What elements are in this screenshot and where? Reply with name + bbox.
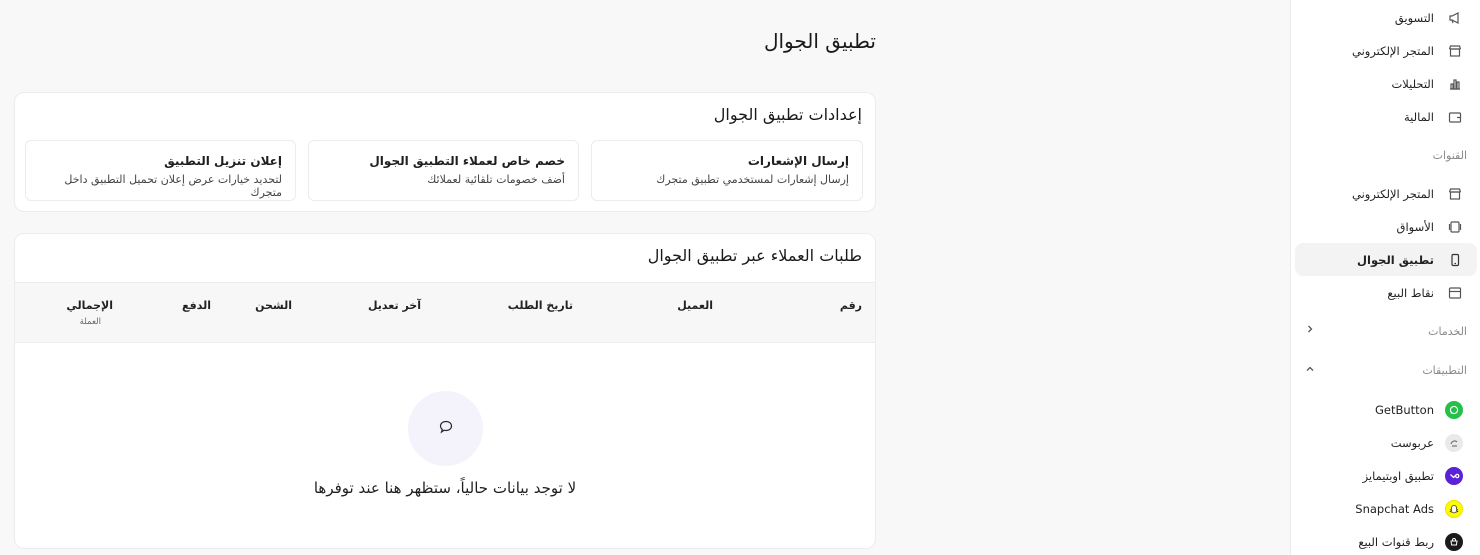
settings-card: إعدادات تطبيق الجوال إرسال الإشعارات إرس… [14,92,876,212]
sidebar-item-label: التحليلات [1391,76,1434,91]
sidebar-app-arabpost[interactable]: عربوست [1295,426,1477,459]
column-header-payment[interactable]: الدفع [182,299,211,312]
sidebar-item-mobile-app[interactable]: تطبيق الجوال [1295,243,1477,276]
sidebar-item-online-store[interactable]: المتجر الإلكتروني [1295,34,1477,67]
column-header-order-date[interactable]: تاريخ الطلب [508,299,573,312]
option-title: إرسال الإشعارات [747,154,849,168]
sidebar-item-label: تطبيق اوبتيمايز [1362,468,1434,483]
chevron-up-icon[interactable] [1305,364,1315,377]
store-icon [1447,43,1463,59]
chat-bubble-icon [438,419,454,439]
chevron-right-icon[interactable] [1305,324,1315,337]
channels-section-label: القنوات [1432,149,1467,162]
orders-card-title: طلبات العملاء عبر تطبيق الجوال [647,246,862,265]
sidebar-item-label: المتجر الإلكتروني [1351,43,1434,58]
sidebar-app-sales-channels[interactable]: ربط قنوات البيع [1295,525,1477,555]
empty-state-illustration [408,391,483,466]
whatsapp-icon [1445,400,1463,419]
sidebar-app-snapchat-ads[interactable]: Snapchat Ads [1295,492,1477,525]
sidebar-item-analytics[interactable]: التحليلات [1295,67,1477,100]
option-description: أضف خصومات تلقائية لعملائك [427,173,565,186]
column-header-shipping[interactable]: الشحن [255,299,292,312]
marketplace-icon [1447,219,1463,235]
sidebar-item-label: تطبيق الجوال [1357,252,1434,267]
special-discount-option[interactable]: خصم خاص لعملاء التطبيق الجوال أضف خصومات… [308,140,579,201]
sidebar-item-label: الأسواق [1396,219,1434,234]
mobile-icon [1447,252,1463,268]
sidebar-item-label: المالية [1404,109,1434,124]
sidebar-item-pos[interactable]: نقاط البيع [1295,276,1477,309]
sidebar-app-optimize[interactable]: تطبيق اوبتيمايز [1295,459,1477,492]
orders-card: طلبات العملاء عبر تطبيق الجوال رقم العمي… [14,233,876,549]
snapchat-icon [1445,499,1463,518]
orders-table-header: رقم العميل تاريخ الطلب آخر تعديل الشحن ا… [15,282,875,343]
sales-channels-icon [1445,532,1463,551]
sidebar-item-label: ربط قنوات البيع [1358,534,1434,549]
sidebar-app-getbutton[interactable]: GetButton [1295,393,1477,426]
services-section-label[interactable]: الخدمات [1428,325,1467,338]
column-header-last-modified[interactable]: آخر تعديل [368,299,421,312]
optimize-icon [1445,466,1463,485]
arabpost-icon [1445,433,1463,452]
wallet-icon [1447,109,1463,125]
megaphone-icon [1447,10,1463,26]
sidebar: التسويق المتجر الإلكتروني التحليلات الما… [1290,0,1480,555]
sidebar-item-channel-store[interactable]: المتجر الإلكتروني [1295,177,1477,210]
column-subheader-currency: العملة [79,317,101,327]
option-title: إعلان تنزيل التطبيق [164,154,282,168]
settings-card-title: إعدادات تطبيق الجوال [713,105,862,124]
sidebar-item-marketplaces[interactable]: الأسواق [1295,210,1477,243]
sidebar-item-label: التسويق [1394,10,1434,25]
empty-state-message: لا توجد بيانات حالياً، ستظهر هنا عند توف… [313,479,577,497]
option-description: إرسال إشعارات لمستخدمي تطبيق متجرك [656,173,849,186]
page-title: تطبيق الجوال [763,29,876,53]
sidebar-item-finance[interactable]: المالية [1295,100,1477,133]
option-description: لتحديد خيارات عرض إعلان تحميل التطبيق دا… [64,173,282,199]
sidebar-item-marketing[interactable]: التسويق [1295,1,1477,34]
option-title: خصم خاص لعملاء التطبيق الجوال [369,154,565,168]
app-download-ad-option[interactable]: إعلان تنزيل التطبيق لتحديد خيارات عرض إع… [25,140,296,201]
send-notifications-option[interactable]: إرسال الإشعارات إرسال إشعارات لمستخدمي ت… [591,140,863,201]
sidebar-item-label: المتجر الإلكتروني [1351,186,1434,201]
apps-section-label[interactable]: التطبيقات [1422,364,1467,377]
store-icon [1447,186,1463,202]
sidebar-item-label: GetButton [1374,402,1434,417]
column-header-customer[interactable]: العميل [677,299,713,312]
sidebar-item-label: عربوست [1390,435,1434,450]
sidebar-item-label: Snapchat Ads [1355,501,1434,516]
bar-chart-icon [1447,76,1463,92]
column-header-total[interactable]: الإجمالي [66,299,113,312]
sidebar-item-label: نقاط البيع [1387,285,1434,300]
column-header-number[interactable]: رقم [840,299,862,312]
pos-icon [1447,285,1463,301]
